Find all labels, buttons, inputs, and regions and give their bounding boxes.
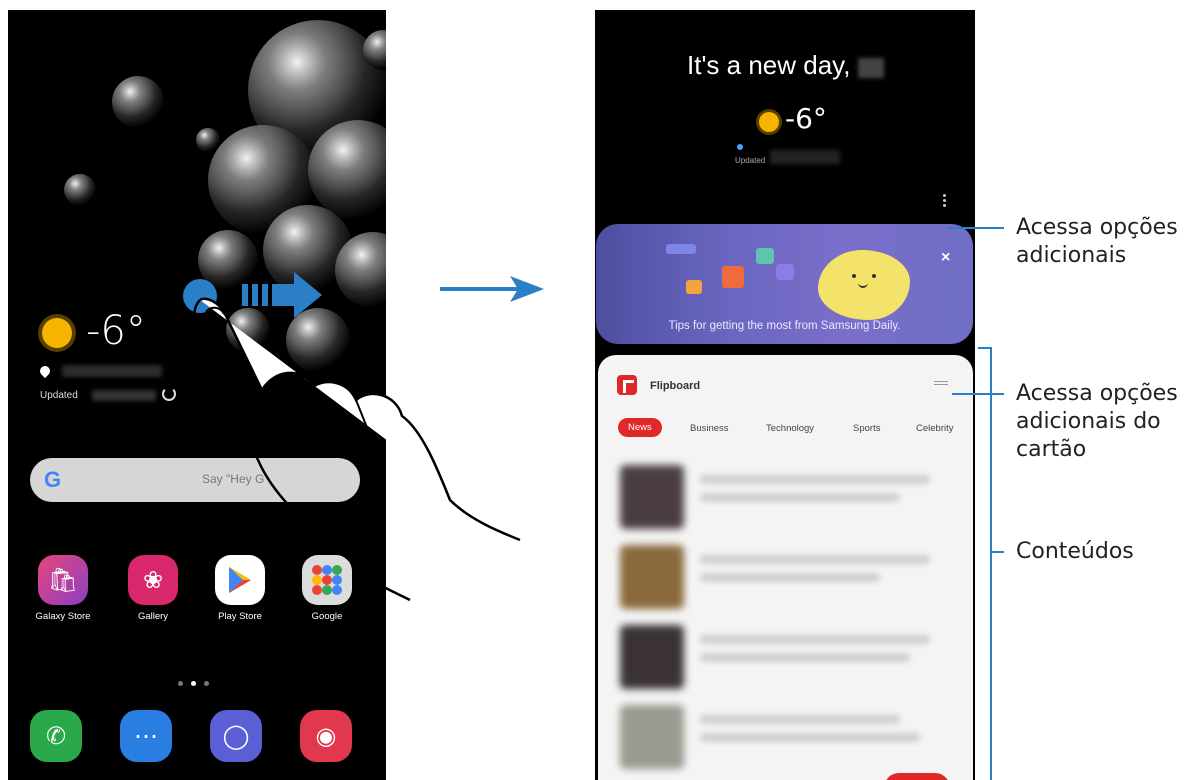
location-blurred (62, 365, 162, 377)
callout-card-options-line (952, 393, 1004, 395)
location-pin-icon (37, 363, 53, 379)
app-label: Gallery (137, 611, 169, 622)
play-tile-icon (756, 248, 774, 264)
app-label: Play Store (218, 611, 262, 622)
contents-bracket (990, 347, 992, 780)
annotation-line: Acessa opções (1016, 215, 1178, 240)
annotation-contents: Conteúdos (1016, 539, 1134, 564)
updated-label: Updated (735, 156, 766, 165)
annotation-line: adicionais do (1016, 409, 1161, 434)
more-options-icon[interactable] (943, 194, 947, 209)
updated-time-blurred (92, 390, 156, 401)
music-tile-icon (776, 264, 794, 280)
flipboard-logo-icon (617, 375, 637, 395)
annotation-line: Acessa opções (1016, 381, 1178, 406)
annotation-line: adicionais (1016, 243, 1127, 268)
swipe-gesture-illustration (183, 272, 521, 602)
news-item[interactable] (620, 705, 940, 769)
annotation-card-options: Acessa opções adicionais do cartão (1016, 380, 1178, 464)
small-bubble (112, 76, 164, 128)
annotation-line: cartão (1016, 437, 1087, 462)
samsung-daily-screen: It's a new day, -6° Updated × Tips for g… (595, 10, 975, 780)
updated-label: Updated (40, 390, 78, 401)
page-dot (178, 681, 183, 686)
card-title: Flipboard (650, 380, 701, 392)
news-item[interactable] (620, 465, 940, 529)
news-item[interactable] (620, 625, 940, 689)
callout-more-options-line (948, 227, 1004, 229)
app-label: Galaxy Store (35, 611, 91, 622)
google-g-icon: G (44, 467, 62, 492)
user-name-blurred (858, 58, 884, 78)
tab-celebrity[interactable]: Celebrity (916, 423, 954, 434)
video-tile-icon (686, 280, 702, 294)
temperature: -6° (785, 102, 827, 135)
greeting: It's a new day, (687, 50, 851, 80)
internet-icon[interactable]: ◯ (210, 710, 262, 762)
app-label: Google (311, 611, 343, 622)
messages-icon[interactable]: ⋯ (120, 710, 172, 762)
callout-contents-line (990, 551, 1004, 553)
decor-tile (666, 244, 696, 254)
tab-technology[interactable]: Technology (766, 423, 814, 434)
flipboard-card[interactable]: Flipboard News Business Technology Sport… (598, 355, 973, 780)
location-blurred (770, 150, 840, 164)
sun-icon (759, 112, 779, 132)
phone-icon[interactable]: ✆ (30, 710, 82, 762)
card-options-icon[interactable] (934, 381, 948, 387)
location-pin-icon (737, 144, 743, 150)
camera-icon[interactable]: ◉ (300, 710, 352, 762)
swipe-direction-arrow (242, 272, 322, 318)
tab-sports[interactable]: Sports (853, 423, 880, 434)
smiley-mascot (818, 250, 910, 320)
annotation-more-options: Acessa opções adicionais (1016, 214, 1178, 270)
app-galaxy-store[interactable]: 🛍 Galaxy Store (26, 555, 100, 622)
close-icon[interactable]: × (941, 249, 950, 267)
document-tile-icon (722, 266, 744, 288)
news-item[interactable] (620, 545, 940, 609)
page-indicator (174, 673, 213, 691)
tips-caption: Tips for getting the most from Samsung D… (668, 320, 901, 332)
tab-business[interactable]: Business (690, 423, 729, 434)
bag-icon: 🛍 (38, 555, 88, 605)
page-dot (204, 681, 209, 686)
transition-arrow (440, 276, 544, 302)
tips-card[interactable]: × Tips for getting the most from Samsung… (596, 224, 973, 344)
tab-news[interactable]: News (618, 418, 662, 437)
flipboard-action-button[interactable] (884, 773, 950, 780)
page-dot-active (191, 681, 196, 686)
temperature: -6° (86, 308, 146, 354)
sun-icon (42, 318, 72, 348)
small-bubble (64, 174, 96, 206)
